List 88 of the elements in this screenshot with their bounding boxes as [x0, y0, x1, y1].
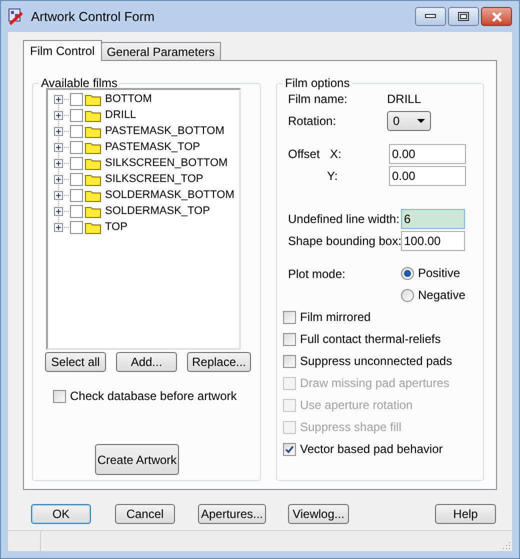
checkbox-label: Suppress unconnected pads [300, 353, 452, 370]
app-icon [7, 8, 25, 26]
field-label: X: [330, 146, 342, 163]
field-label: Y: [327, 168, 339, 185]
dialog-button[interactable]: Viewlog... [288, 504, 349, 524]
checkbox[interactable] [53, 390, 66, 402]
checkbox-label: Film mirrored [300, 309, 371, 326]
window-title: Artwork Control Form [31, 8, 155, 26]
maximize-icon [458, 12, 469, 21]
action-button[interactable]: Select all [45, 352, 106, 372]
expand-icon[interactable] [54, 126, 63, 136]
film-name[interactable]: TOP [105, 218, 128, 236]
checkbox-label: Vector based pad behavior [300, 441, 443, 458]
checkbox[interactable] [283, 332, 296, 346]
folder-icon [85, 108, 101, 122]
dialog-button[interactable]: Cancel [115, 504, 175, 524]
checkbox-label: Suppress shape fill [300, 419, 402, 436]
line-width-field[interactable]: 6 [401, 209, 465, 229]
checkbox[interactable] [70, 92, 83, 106]
checkbox[interactable] [70, 204, 83, 218]
bounding-box-field[interactable]: 100.00 [401, 231, 465, 251]
field-label: Shape bounding box: [288, 233, 401, 250]
expand-icon[interactable] [54, 174, 63, 184]
field-label: Rotation: [288, 113, 338, 130]
checkbox[interactable] [283, 354, 296, 368]
folder-icon [85, 124, 101, 138]
film-name[interactable]: DRILL [105, 106, 136, 124]
maximize-button[interactable] [448, 7, 479, 26]
close-button[interactable] [481, 7, 512, 26]
field-label: Undefined line width: [288, 211, 400, 228]
expand-icon[interactable] [54, 158, 63, 168]
minimize-button[interactable] [415, 7, 446, 26]
expand-icon[interactable] [54, 190, 63, 200]
folder-icon [85, 220, 101, 234]
rotation-dropdown[interactable]: 0 [387, 111, 431, 131]
film-name[interactable]: SOLDERMASK_BOTTOM [105, 186, 234, 204]
film-name-value: DRILL [387, 91, 422, 108]
checkbox[interactable] [70, 124, 83, 138]
checkbox[interactable] [283, 442, 296, 456]
checkbox[interactable] [70, 172, 83, 186]
film-name[interactable]: SILKSCREEN_TOP [105, 170, 204, 188]
tab[interactable]: General Parameters [102, 42, 221, 60]
film-name[interactable]: SILKSCREEN_BOTTOM [105, 154, 228, 172]
field-label: Plot mode: [288, 266, 346, 281]
checkbox-label: Full contact thermal-reliefs [300, 331, 441, 348]
action-button[interactable]: Add... [116, 352, 177, 372]
offset-x-field[interactable]: 0.00 [389, 144, 466, 164]
expand-icon[interactable] [54, 206, 63, 216]
folder-icon [85, 92, 101, 106]
expand-icon[interactable] [54, 94, 63, 104]
minimize-icon [425, 14, 436, 19]
folder-icon [85, 204, 101, 218]
checkbox[interactable] [70, 140, 83, 154]
offset-y-field[interactable]: 0.00 [389, 166, 466, 186]
checkbox[interactable] [70, 220, 83, 234]
film-name[interactable]: PASTEMASK_TOP [105, 138, 200, 156]
field-label: Offset [288, 146, 321, 163]
checkbox[interactable] [70, 188, 83, 202]
group-title: Film options [283, 76, 352, 90]
film-name[interactable]: SOLDERMASK_TOP [105, 202, 210, 220]
radio-label: Negative [418, 287, 466, 304]
create-artwork-button[interactable]: Create Artwork [95, 444, 179, 475]
tab[interactable]: Film Control [23, 40, 102, 61]
caret-icon [417, 119, 425, 123]
dialog-button[interactable]: OK [31, 504, 91, 524]
action-button[interactable]: Replace... [187, 352, 251, 372]
folder-icon [85, 140, 101, 154]
folder-icon [85, 156, 101, 170]
checkbox[interactable] [70, 156, 83, 170]
dialog-button[interactable]: Help [435, 504, 496, 524]
radio-button[interactable] [401, 266, 414, 280]
close-icon [490, 12, 502, 22]
radio-label: Positive [418, 265, 460, 282]
expand-icon[interactable] [54, 222, 63, 232]
film-name[interactable]: PASTEMASK_BOTTOM [105, 122, 224, 140]
folder-icon [85, 188, 101, 202]
checkbox[interactable] [283, 310, 296, 324]
expand-icon[interactable] [54, 110, 63, 120]
checkbox-label: Use aperture rotation [300, 397, 413, 414]
expand-icon[interactable] [54, 142, 63, 152]
folder-icon [85, 172, 101, 186]
dialog-button[interactable]: Apertures... [198, 504, 266, 524]
field-label: Film name: [288, 91, 348, 108]
film-name[interactable]: BOTTOM [105, 90, 152, 108]
checkbox-label: Check database before artwork [70, 388, 237, 405]
checkbox-label: Draw missing pad apertures [300, 375, 450, 392]
checkbox[interactable] [70, 108, 83, 122]
radio-button[interactable] [401, 288, 414, 302]
